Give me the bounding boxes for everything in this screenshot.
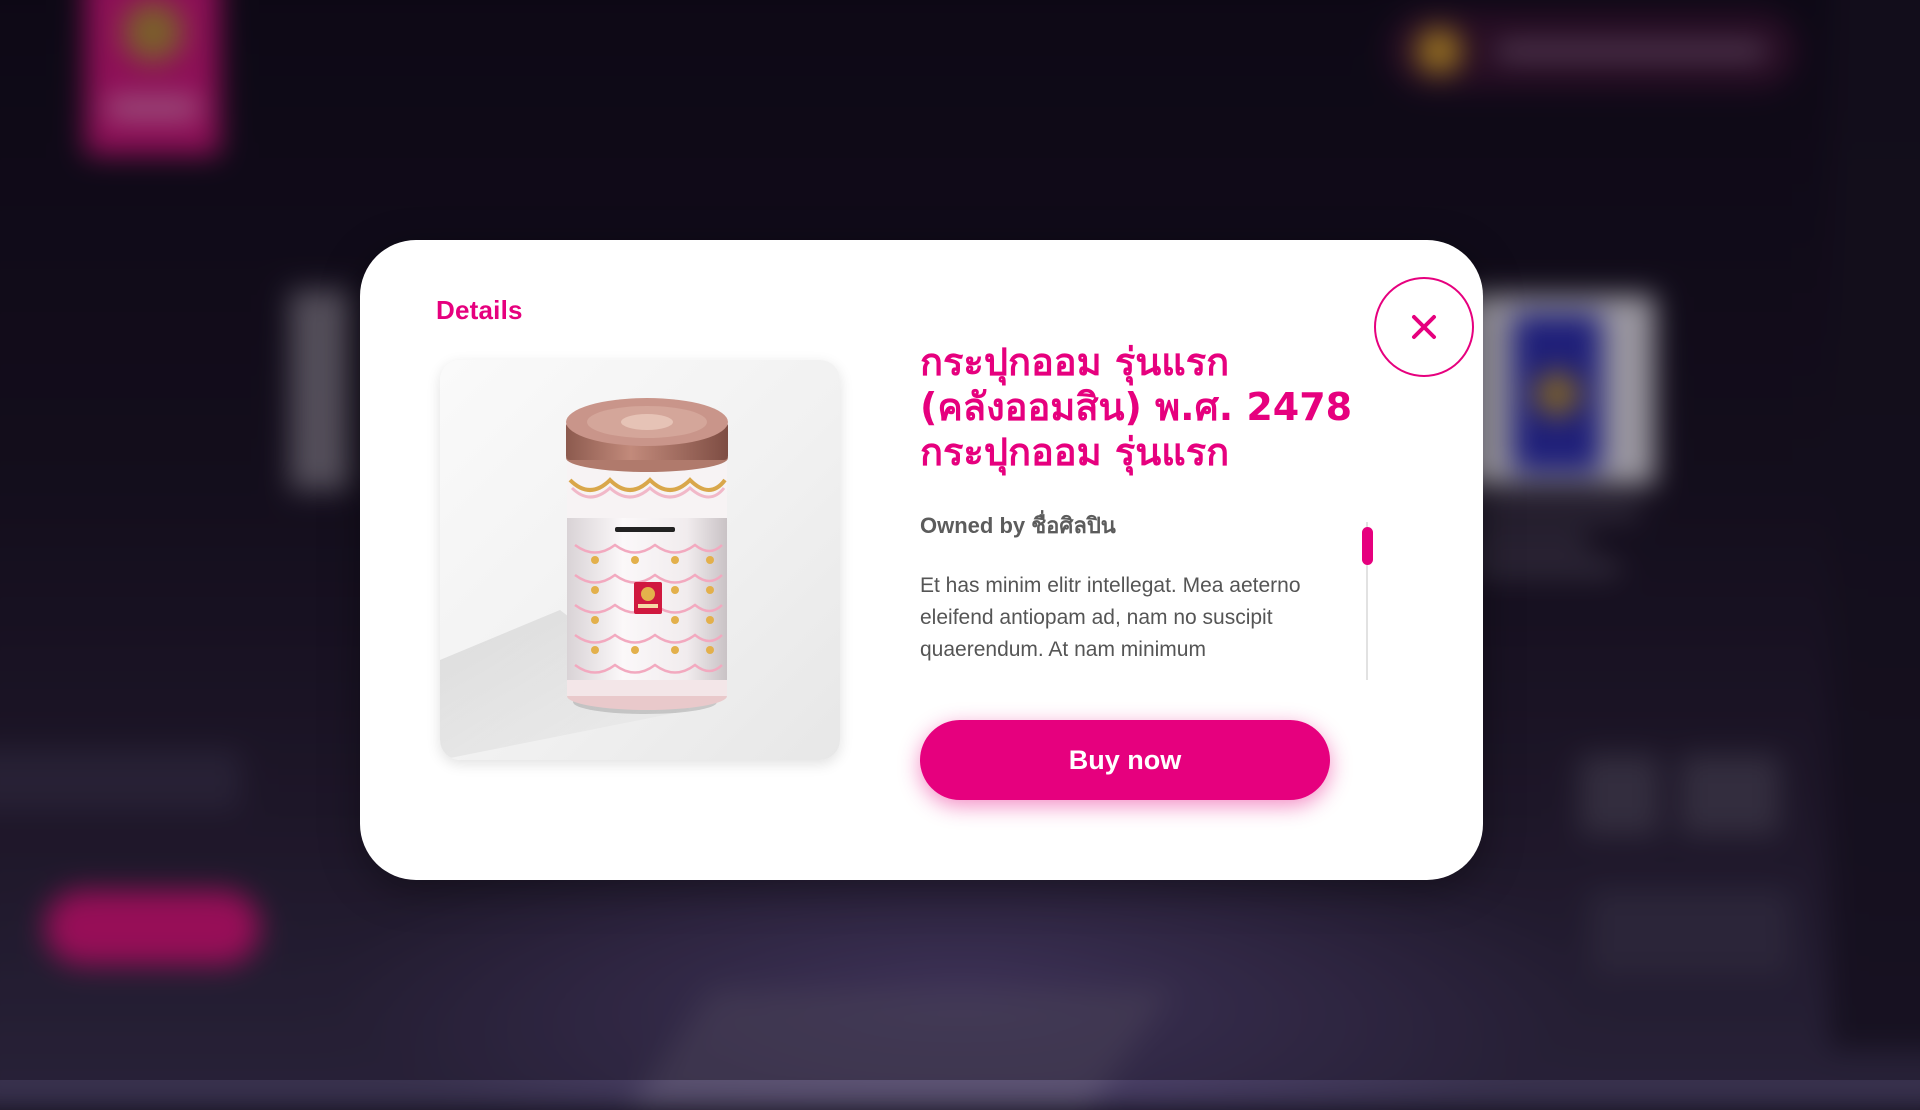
owner-line: Owned by ชื่อศิลปิน [920,508,1116,543]
description-scroll-area[interactable]: Et has minim elitr intellegat. Mea aeter… [920,570,1350,680]
artwork-title-line: กระปุกออม รุ่นแรก [920,340,1230,384]
buy-now-button[interactable]: Buy now [920,720,1330,800]
owner-prefix: Owned by [920,513,1026,538]
close-button[interactable] [1374,277,1474,377]
modal-heading: Details [436,295,523,325]
artwork-title-line: กระปุกออม รุ่นแรก [920,430,1230,474]
piggy-bank-tin-image [440,398,728,760]
close-icon [1412,315,1436,339]
details-modal: Details กระปุกออม รุ่นแรก (คลังออมสิน) พ… [360,240,1483,880]
description-scrollbar-thumb[interactable] [1362,527,1373,565]
product-image [440,360,840,760]
owner-name: ชื่อศิลปิน [1031,514,1116,539]
artwork-title: กระปุกออม รุ่นแรก (คลังออมสิน) พ.ศ. 2478… [920,340,1380,475]
artwork-description: Et has minim elitr intellegat. Mea aeter… [920,574,1301,661]
artwork-title-line: (คลังออมสิน) พ.ศ. 2478 [920,385,1353,429]
